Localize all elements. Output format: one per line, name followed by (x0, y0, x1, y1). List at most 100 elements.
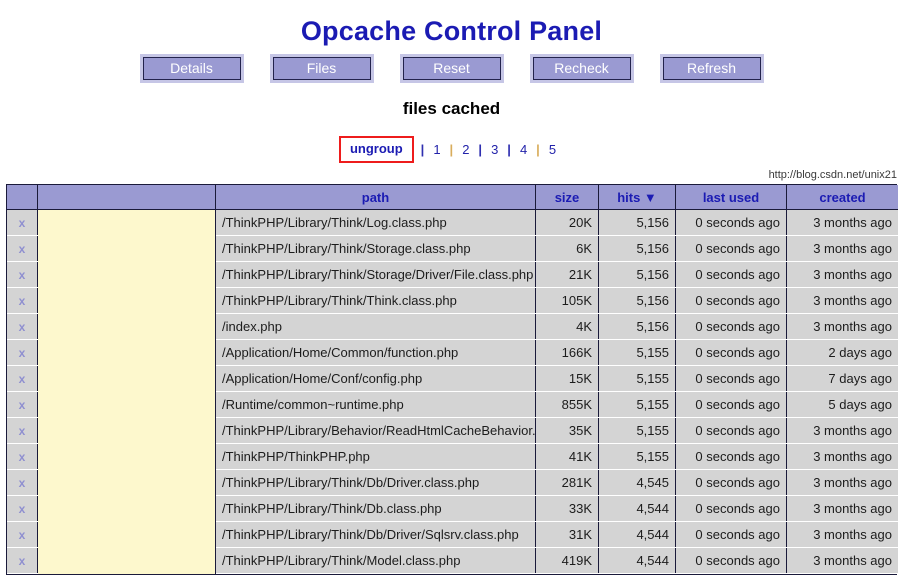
cell-last-used: 0 seconds ago (675, 339, 787, 366)
cell-created: 2 days ago (786, 339, 898, 366)
cell-size: 105K (535, 287, 599, 314)
column-header-path[interactable]: path (215, 185, 536, 210)
delete-entry-button[interactable]: x (7, 469, 38, 496)
delete-entry-button[interactable]: x (7, 443, 38, 470)
delete-entry-button[interactable]: x (7, 235, 38, 262)
cell-path: /index.php (215, 313, 536, 340)
watermark-text: http://blog.csdn.net/unix21 (768, 169, 897, 181)
delete-entry-button[interactable]: x (7, 313, 38, 340)
pager-page-5[interactable]: 5 (541, 142, 564, 157)
cell-created: 5 days ago (786, 391, 898, 418)
cell-size: 6K (535, 235, 599, 262)
section-heading: files cached (402, 99, 501, 118)
delete-entry-button[interactable]: x (7, 547, 38, 574)
cell-created: 7 days ago (786, 365, 898, 392)
table-row: x/ThinkPHP/Library/Think/Log.class.php 20… (7, 209, 898, 574)
table-body: x/ThinkPHP/Library/Think/Log.class.php 20… (7, 209, 898, 574)
pager-page-2[interactable]: 2 (454, 142, 477, 157)
column-header-last-used[interactable]: last used (675, 185, 787, 210)
cell-last-used: 0 seconds ago (675, 287, 787, 314)
delete-entry-button[interactable]: x (7, 287, 38, 314)
cell-hits: 5,155 (598, 417, 676, 444)
cell-created: 3 months ago (786, 287, 898, 314)
recheck-button[interactable]: Recheck (532, 57, 631, 80)
cell-path: /ThinkPHP/ThinkPHP.php (215, 443, 536, 470)
delete-entry-button[interactable]: x (7, 339, 38, 366)
cell-last-used: 0 seconds ago (675, 209, 787, 236)
cell-size: 41K (535, 443, 599, 470)
cell-last-used: 0 seconds ago (675, 547, 787, 574)
cell-created: 3 months ago (786, 495, 898, 522)
delete-entry-button[interactable]: x (7, 365, 38, 392)
cell-path: /Application/Home/Common/function.php (215, 339, 536, 366)
cell-path: /ThinkPHP/Library/Think/Db/Driver/Sqlsrv… (215, 521, 536, 548)
delete-entry-button[interactable]: x (7, 417, 38, 444)
cell-last-used: 0 seconds ago (675, 521, 787, 548)
column-header-delete (7, 185, 38, 210)
cell-last-used: 0 seconds ago (675, 261, 787, 288)
ungroup-link[interactable]: ungroup (350, 141, 403, 156)
details-button[interactable]: Details (142, 57, 241, 80)
column-header-group (37, 185, 216, 210)
cell-size: 419K (535, 547, 599, 574)
cell-created: 3 months ago (786, 547, 898, 574)
cell-path: /ThinkPHP/Library/Think/Db.class.php (215, 495, 536, 522)
column-header-created[interactable]: created (786, 185, 898, 210)
cell-created: 3 months ago (786, 235, 898, 262)
cell-hits: 4,544 (598, 495, 676, 522)
reset-button[interactable]: Reset (402, 57, 501, 80)
cell-hits: 5,156 (598, 287, 676, 314)
toolbar: Details Files Reset Recheck Refresh (0, 57, 903, 80)
files-cached-table: path size hits ▼ last used created x/Thi… (6, 184, 898, 575)
cell-created: 3 months ago (786, 209, 898, 236)
cell-last-used: 0 seconds ago (675, 443, 787, 470)
pager-page-1[interactable]: 1 (425, 142, 448, 157)
cell-hits: 5,155 (598, 365, 676, 392)
cell-created: 3 months ago (786, 261, 898, 288)
pagination: ungroup | 1 | 2 | 3 | 4 | 5 (0, 136, 903, 163)
cell-size: 21K (535, 261, 599, 288)
cell-created: 3 months ago (786, 469, 898, 496)
pager-page-3[interactable]: 3 (483, 142, 506, 157)
cell-size: 35K (535, 417, 599, 444)
table-header-row: path size hits ▼ last used created (7, 185, 898, 210)
cell-last-used: 0 seconds ago (675, 313, 787, 340)
cell-size: 4K (535, 313, 599, 340)
cell-path: /ThinkPHP/Library/Behavior/ReadHtmlCache… (215, 417, 536, 444)
cell-hits: 5,156 (598, 313, 676, 340)
cell-last-used: 0 seconds ago (675, 391, 787, 418)
cell-size: 33K (535, 495, 599, 522)
refresh-button[interactable]: Refresh (662, 57, 761, 80)
cell-created: 3 months ago (786, 417, 898, 444)
cell-path: /ThinkPHP/Library/Think/Db/Driver.class.… (215, 469, 536, 496)
page-title: Opcache Control Panel (300, 16, 603, 46)
delete-entry-button[interactable]: x (7, 495, 38, 522)
cell-last-used: 0 seconds ago (675, 417, 787, 444)
column-header-size[interactable]: size (535, 185, 599, 210)
delete-entry-button[interactable]: x (7, 391, 38, 418)
cell-path: /Application/Home/Conf/config.php (215, 365, 536, 392)
cell-last-used: 0 seconds ago (675, 495, 787, 522)
cell-path: /ThinkPHP/Library/Think/Think.class.php (215, 287, 536, 314)
cell-size: 31K (535, 521, 599, 548)
cell-created: 3 months ago (786, 521, 898, 548)
cell-path: /ThinkPHP/Library/Think/Storage/Driver/F… (215, 261, 536, 288)
cell-size: 20K (535, 209, 599, 236)
ungroup-annotation-box: ungroup (338, 136, 414, 163)
column-header-hits[interactable]: hits ▼ (598, 185, 676, 210)
cell-hits: 5,155 (598, 443, 676, 470)
cell-hits: 5,156 (598, 209, 676, 236)
delete-entry-button[interactable]: x (7, 521, 38, 548)
cell-size: 15K (535, 365, 599, 392)
cell-hits: 5,155 (598, 339, 676, 366)
group-column-cell (37, 209, 216, 574)
cell-path: /Runtime/common~runtime.php (215, 391, 536, 418)
pagination-pages: | 1 | 2 | 3 | 4 | 5 (420, 142, 564, 157)
cell-hits: 4,545 (598, 469, 676, 496)
cell-last-used: 0 seconds ago (675, 365, 787, 392)
files-button[interactable]: Files (272, 57, 371, 80)
pager-page-4[interactable]: 4 (512, 142, 535, 157)
delete-entry-button[interactable]: x (7, 209, 38, 236)
delete-entry-button[interactable]: x (7, 261, 38, 288)
cell-hits: 4,544 (598, 547, 676, 574)
